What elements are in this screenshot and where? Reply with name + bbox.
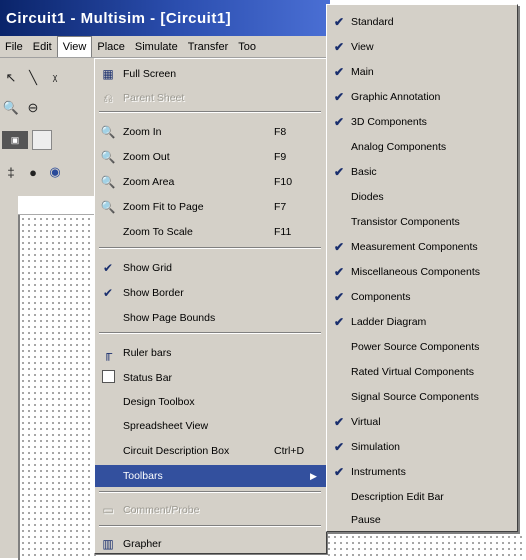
- toolbars-submenu: ✔ Standard ✔ View ✔ Main ✔ Graphic Annot…: [326, 4, 518, 532]
- zoom-out-toolbar-icon[interactable]: ⊖: [24, 99, 42, 117]
- schematic-canvas[interactable]: [18, 196, 100, 560]
- check-icon: ✔: [333, 114, 345, 129]
- zoom-area-icon: 🔍: [100, 175, 116, 189]
- toolbar-item-power-source-components[interactable]: Power Source Components: [327, 334, 517, 359]
- menu-item-parent-sheet[interactable]: ⎌ Parent Sheet: [95, 87, 326, 109]
- menu-simulate[interactable]: Simulate: [130, 41, 183, 53]
- check-icon: ✔: [333, 314, 345, 329]
- zoom-in-icon: 🔍: [100, 125, 116, 139]
- toolbar-item-description-edit-bar[interactable]: Description Edit Bar: [327, 484, 517, 509]
- menu-item-spreadsheet-view[interactable]: Spreadsheet View: [95, 415, 326, 437]
- check-icon: ✔: [333, 289, 345, 304]
- toolbar-item-miscellaneous-components[interactable]: ✔ Miscellaneous Components: [327, 259, 517, 284]
- check-icon: ✔: [333, 14, 345, 29]
- check-icon: ✔: [333, 464, 345, 479]
- toolbar-item-3d-components[interactable]: ✔ 3D Components: [327, 109, 517, 134]
- comment-icon: ▭: [102, 503, 114, 517]
- toolbar-item-analog-components[interactable]: Analog Components: [327, 134, 517, 159]
- menu-item-show-border[interactable]: ✔ Show Border: [95, 282, 326, 304]
- toolbar-item-diodes[interactable]: Diodes: [327, 184, 517, 209]
- window-title-bar: Circuit1 - Multisim - [Circuit1]: [0, 0, 330, 36]
- menu-separator: [99, 111, 321, 113]
- menu-item-zoom-fit[interactable]: 🔍 Zoom Fit to Page F7: [95, 196, 326, 218]
- zoom-in-toolbar-icon[interactable]: 🔍: [2, 99, 20, 117]
- toolbar-item-main[interactable]: ✔ Main: [327, 59, 517, 84]
- zoom-fit-icon: 🔍: [100, 200, 116, 214]
- check-icon: ✔: [333, 89, 345, 104]
- checkbox-icon: [101, 370, 115, 383]
- toolbar-item-ladder-diagram[interactable]: ✔ Ladder Diagram: [327, 309, 517, 334]
- menu-item-status-bar[interactable]: Status Bar: [95, 367, 326, 389]
- menu-item-show-grid[interactable]: ✔ Show Grid: [95, 257, 326, 279]
- record-icon[interactable]: ●: [24, 163, 42, 181]
- grapher-icon: ▥: [102, 537, 114, 551]
- menu-item-ruler-bars[interactable]: ╓ Ruler bars: [95, 342, 326, 364]
- wire-tool-icon[interactable]: ╲: [24, 69, 42, 87]
- toolbar-item-basic[interactable]: ✔ Basic: [327, 159, 517, 184]
- check-icon: ✔: [333, 64, 345, 79]
- menu-item-zoom-out[interactable]: 🔍 Zoom Out F9: [95, 146, 326, 168]
- window-title: Circuit1 - Multisim - [Circuit1]: [6, 9, 232, 27]
- menu-tools[interactable]: Too: [233, 41, 261, 53]
- check-icon: ✔: [102, 286, 114, 300]
- menu-item-show-page-bounds[interactable]: Show Page Bounds: [95, 307, 326, 329]
- toolbar-item-view[interactable]: ✔ View: [327, 34, 517, 59]
- toolbar-item-rated-virtual-components[interactable]: Rated Virtual Components: [327, 359, 517, 384]
- canvas-ruler: [18, 196, 98, 215]
- parent-sheet-icon: ⎌: [103, 90, 113, 105]
- check-icon: ✔: [333, 439, 345, 454]
- menu-item-full-screen[interactable]: ▦ Full Screen: [95, 63, 326, 85]
- check-icon: ✔: [102, 261, 114, 275]
- toolbar-item-graphic-annotation[interactable]: ✔ Graphic Annotation: [327, 84, 517, 109]
- menu-view[interactable]: View: [56, 36, 93, 57]
- zoom-out-icon: 🔍: [100, 150, 116, 164]
- toolbar-item-signal-source-components[interactable]: Signal Source Components: [327, 384, 517, 409]
- view-menu: ▦ Full Screen ⎌ Parent Sheet 🔍 Zoom In F…: [94, 58, 327, 554]
- check-icon: ✔: [333, 414, 345, 429]
- globe-icon[interactable]: ◉: [46, 163, 64, 181]
- menu-item-zoom-in[interactable]: 🔍 Zoom In F8: [95, 121, 326, 143]
- menu-item-comment-probe[interactable]: ▭ Comment/Probe: [95, 499, 326, 521]
- menu-separator: [99, 525, 321, 527]
- menu-file[interactable]: File: [0, 41, 28, 53]
- toolbar-item-measurement-components[interactable]: ✔ Measurement Components: [327, 234, 517, 259]
- menu-item-design-toolbox[interactable]: Design Toolbox: [95, 391, 326, 413]
- menu-separator: [99, 247, 321, 249]
- toolbar-item-transistor-components[interactable]: Transistor Components: [327, 209, 517, 234]
- panel-icon[interactable]: [32, 130, 52, 150]
- monitor-icon[interactable]: ▣: [2, 131, 28, 149]
- toolbar-item-standard[interactable]: ✔ Standard: [327, 9, 517, 34]
- toolbar-item-pause[interactable]: Pause: [327, 507, 517, 532]
- schematic-canvas-right[interactable]: [326, 534, 526, 558]
- menu-transfer[interactable]: Transfer: [183, 41, 234, 53]
- ruler-icon: ╓: [103, 346, 113, 360]
- menu-item-toolbars[interactable]: Toolbars ▶: [95, 465, 326, 487]
- check-icon: ✔: [333, 264, 345, 279]
- toolbar-item-virtual[interactable]: ✔ Virtual: [327, 409, 517, 434]
- menu-item-circuit-description-box[interactable]: Circuit Description Box Ctrl+D: [95, 440, 326, 462]
- menu-edit[interactable]: Edit: [28, 41, 57, 53]
- text-tool-icon[interactable]: ᵡ: [46, 69, 64, 87]
- check-icon: ✔: [333, 239, 345, 254]
- toolbar-item-components[interactable]: ✔ Components: [327, 284, 517, 309]
- check-icon: ✔: [333, 164, 345, 179]
- menu-separator: [99, 491, 321, 493]
- submenu-arrow-icon: ▶: [310, 470, 317, 481]
- menu-item-zoom-to-scale[interactable]: Zoom To Scale F11: [95, 221, 326, 243]
- menu-item-zoom-area[interactable]: 🔍 Zoom Area F10: [95, 171, 326, 193]
- pointer-tool-icon[interactable]: ↖: [2, 69, 20, 87]
- full-screen-icon: ▦: [102, 67, 114, 81]
- menu-separator: [99, 332, 321, 334]
- menu-place[interactable]: Place: [92, 41, 130, 53]
- menu-item-grapher[interactable]: ▥ Grapher: [95, 533, 326, 555]
- toolbar-item-instruments[interactable]: ✔ Instruments: [327, 459, 517, 484]
- toolbar-item-simulation[interactable]: ✔ Simulation: [327, 434, 517, 459]
- component-icon[interactable]: ‡: [2, 163, 20, 181]
- menu-bar: File Edit View Place Simulate Transfer T…: [0, 36, 330, 58]
- check-icon: ✔: [333, 39, 345, 54]
